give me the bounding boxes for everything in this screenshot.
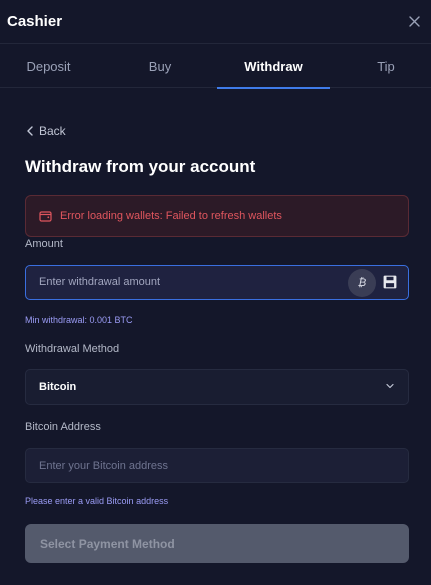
tab-tip[interactable]: Tip (338, 45, 431, 88)
bitcoin-currency-button[interactable]: ₿ (348, 269, 376, 297)
page-title: Withdraw from your account (25, 157, 256, 176)
min-withdrawal-hint: Min withdrawal: 0.001 BTC (25, 315, 133, 325)
tab-withdraw[interactable]: Withdraw (217, 45, 330, 89)
amount-field: ₿ (25, 265, 409, 300)
modal-header: Cashier (0, 0, 431, 44)
back-button[interactable]: Back (27, 122, 66, 140)
address-label: Bitcoin Address (25, 421, 101, 433)
address-hint: Please enter a valid Bitcoin address (25, 496, 169, 506)
tab-buy[interactable]: Buy (105, 45, 215, 88)
save-icon[interactable] (383, 275, 397, 289)
cashier-modal: Cashier Deposit Buy Withdraw Tip Back Wi… (0, 0, 431, 585)
bitcoin-address-input[interactable] (26, 449, 408, 482)
chevron-left-icon (27, 126, 33, 136)
close-button[interactable] (405, 12, 423, 30)
select-payment-method-button[interactable]: Select Payment Method (25, 524, 409, 563)
method-label: Withdrawal Method (25, 343, 120, 355)
bitcoin-icon: ₿ (357, 277, 367, 289)
address-field (25, 448, 409, 483)
withdrawal-method-select[interactable]: Bitcoin (25, 369, 409, 405)
modal-title: Cashier (7, 13, 63, 30)
back-label: Back (39, 124, 66, 138)
tab-deposit[interactable]: Deposit (0, 45, 97, 88)
cashier-tabs: Deposit Buy Withdraw Tip (0, 45, 431, 89)
amount-label: Amount (25, 238, 63, 250)
wallet-icon (39, 211, 52, 222)
amount-input[interactable] (26, 266, 336, 298)
chevron-down-icon (386, 383, 394, 389)
error-message: Error loading wallets: Failed to refresh… (60, 210, 282, 222)
selected-method: Bitcoin (39, 381, 77, 393)
error-alert: Error loading wallets: Failed to refresh… (25, 195, 409, 237)
close-icon (408, 15, 420, 27)
